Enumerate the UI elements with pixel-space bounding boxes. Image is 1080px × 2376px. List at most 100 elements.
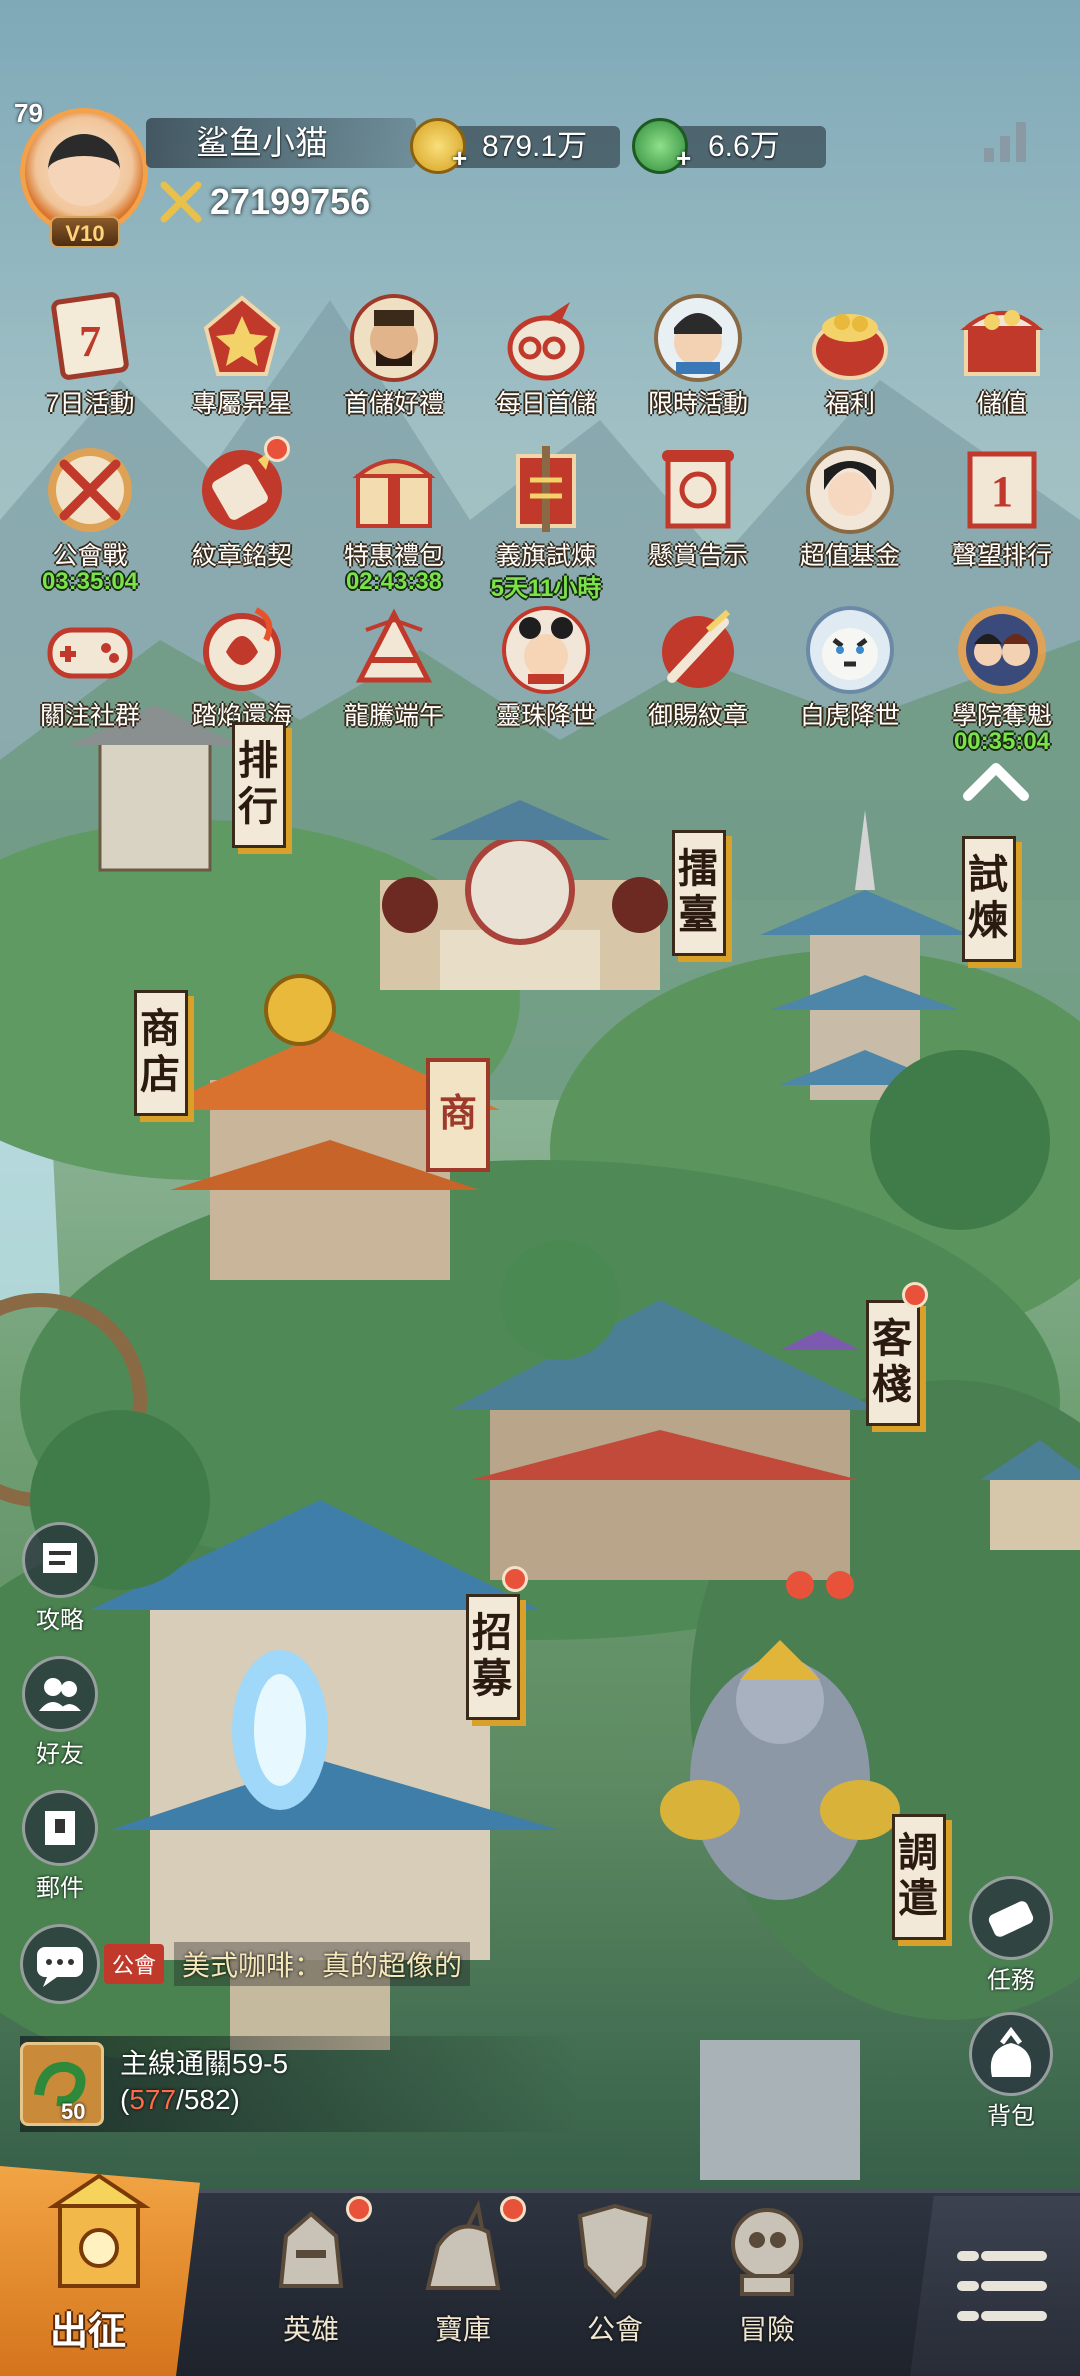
event-imperial-emblem[interactable]: 御賜紋章 xyxy=(628,600,768,760)
war-gate-icon xyxy=(47,2173,151,2288)
event-label: 首儲好禮 xyxy=(343,390,444,418)
mail-label: 郵件 xyxy=(36,1875,84,1902)
treasure-chest-icon xyxy=(960,310,1044,376)
event-emblem-pact[interactable]: 紋章銘契 xyxy=(172,436,312,600)
sortie-button[interactable]: 出征 xyxy=(0,2166,200,2376)
vip-badge: V10 xyxy=(50,216,120,248)
gamepad-icon xyxy=(47,627,133,679)
event-dragon-boat[interactable]: 龍騰端午 xyxy=(324,600,464,760)
mail-button[interactable]: 郵件 xyxy=(20,1790,100,1902)
quest-progress-total: /582) xyxy=(176,2084,240,2115)
bounty-scroll-icon xyxy=(662,450,734,529)
dispatch-sign[interactable]: 調遣 xyxy=(891,1814,946,1940)
star-badge-icon xyxy=(203,295,281,376)
friends-icon xyxy=(22,1656,98,1732)
event-bounty-notice[interactable]: 懸賞告示 xyxy=(628,440,768,600)
collapse-events-button[interactable] xyxy=(958,752,1034,808)
event-special-pack[interactable]: 特惠禮包 02:43:38 xyxy=(324,440,464,600)
event-value-fund[interactable]: 超值基金 xyxy=(780,440,920,600)
guide-icon xyxy=(22,1522,98,1598)
guide-label: 攻略 xyxy=(36,1607,84,1634)
event-label: 白虎降世 xyxy=(799,702,900,730)
heroes-notification-dot xyxy=(346,2196,372,2222)
event-follow-community[interactable]: 關注社群 xyxy=(20,600,160,760)
chat-preview[interactable]: 公會 美式咖啡：真的超像的 xyxy=(104,1942,471,1986)
event-banner-trial[interactable]: 義旗試煉 5天11小時 xyxy=(476,440,616,602)
nav-treasury[interactable]: 寶庫 xyxy=(388,2196,538,2372)
shop-sign[interactable]: 商店 xyxy=(133,990,188,1116)
inn-notification-dot xyxy=(902,1282,928,1308)
bag-icon xyxy=(969,2012,1053,2096)
add-jade-button[interactable]: + xyxy=(676,145,696,171)
trial-sign[interactable]: 試煉 xyxy=(961,836,1016,962)
sortie-label: 出征 xyxy=(50,2311,127,2353)
player-name: 鲨鱼小猫 xyxy=(146,118,416,168)
event-recharge[interactable]: 儲值 xyxy=(932,288,1072,448)
shield-icon xyxy=(560,2196,670,2306)
gift-bag-icon xyxy=(507,302,585,381)
friends-button[interactable]: 好友 xyxy=(20,1656,100,1768)
main-quest-tracker[interactable]: 50 主線通關59-5 (577/582) xyxy=(20,2036,580,2132)
guide-button[interactable]: 攻略 xyxy=(20,1522,100,1634)
player-avatar[interactable]: 79 V10 xyxy=(14,98,154,248)
friends-label: 好友 xyxy=(36,1741,84,1768)
ranking-banner-icon: 1 xyxy=(967,451,1037,529)
event-daily-first-recharge[interactable]: 每日首儲 xyxy=(476,288,616,448)
event-exclusive-star[interactable]: 專屬昇星 xyxy=(172,288,312,448)
chat-message: 美式咖啡：真的超像的 xyxy=(174,1942,471,1986)
event-label: 關注社群 xyxy=(39,702,140,730)
academy-duo-icon xyxy=(958,606,1046,694)
child-hero-icon xyxy=(502,606,590,694)
inn-sign[interactable]: 客棧 xyxy=(865,1300,920,1426)
flame-ring-icon xyxy=(203,607,281,691)
event-label: 每日首儲 xyxy=(495,390,596,418)
bag-button[interactable]: 背包 xyxy=(966,2012,1056,2130)
menu-list-icon xyxy=(957,2251,1047,2321)
tasks-button[interactable]: 任務 xyxy=(966,1876,1056,1994)
crossed-swords-icon xyxy=(48,448,132,532)
avatar-portrait xyxy=(48,134,120,206)
event-guild-war[interactable]: 公會戰 03:35:04 xyxy=(20,440,160,600)
nav-adventure-label: 冒險 xyxy=(738,2314,795,2345)
event-label: 公會戰 xyxy=(52,542,128,570)
ranking-sign[interactable]: 排行 xyxy=(231,722,286,848)
nav-heroes-label: 英雄 xyxy=(282,2314,339,2345)
main-menu-button[interactable] xyxy=(910,2196,1080,2376)
event-limited-time[interactable]: 限時活動 xyxy=(628,288,768,448)
notification-dot xyxy=(264,436,290,462)
add-gold-button[interactable]: + xyxy=(452,145,472,171)
nav-adventure[interactable]: 冒險 xyxy=(692,2196,842,2372)
event-timer: 02:43:38 xyxy=(345,568,443,595)
event-7day[interactable]: 7 7日活動 xyxy=(20,288,160,448)
emblem-sword-icon xyxy=(662,609,734,688)
nav-treasury-label: 寶庫 xyxy=(434,2314,491,2345)
event-academy-contest[interactable]: 學院奪魁 00:35:04 xyxy=(932,600,1072,760)
svg-text:7: 7 xyxy=(79,317,101,366)
event-label: 7日活動 xyxy=(45,390,135,418)
nav-guild[interactable]: 公會 xyxy=(540,2196,690,2372)
nav-heroes[interactable]: 英雄 xyxy=(236,2196,386,2372)
nav-guild-label: 公會 xyxy=(586,2314,643,2345)
quest-dragon-icon: 50 xyxy=(20,2042,104,2126)
event-label: 龍騰端午 xyxy=(343,702,444,730)
jade-value: 6.6万 xyxy=(708,130,780,163)
quest-level: 50 xyxy=(61,2099,86,2124)
quest-progress: (577/582) xyxy=(120,2084,240,2116)
event-timer: 5天11小時 xyxy=(490,575,602,602)
gold-value: 879.1万 xyxy=(482,130,588,163)
arena-sign[interactable]: 擂臺 xyxy=(671,830,726,956)
event-welfare[interactable]: 福利 xyxy=(780,288,920,448)
chat-button[interactable] xyxy=(20,1924,100,2004)
calendar-seven-icon: 7 xyxy=(51,292,129,380)
event-timer: 03:35:04 xyxy=(41,568,139,595)
player-level: 79 xyxy=(14,98,43,128)
event-prestige-ranking[interactable]: 1 聲望排行 xyxy=(932,440,1072,600)
shop-flag: 商 xyxy=(438,1090,477,1135)
event-white-tiger[interactable]: 白虎降世 xyxy=(780,600,920,760)
quest-progress-current: 577 xyxy=(129,2084,177,2115)
event-spirit-pearl[interactable]: 靈珠降世 xyxy=(476,600,616,760)
recruit-sign[interactable]: 招募 xyxy=(465,1594,520,1720)
bag-label: 背包 xyxy=(987,2103,1035,2130)
event-label: 限時活動 xyxy=(647,390,748,418)
event-first-recharge-gift[interactable]: 首儲好禮 xyxy=(324,288,464,448)
